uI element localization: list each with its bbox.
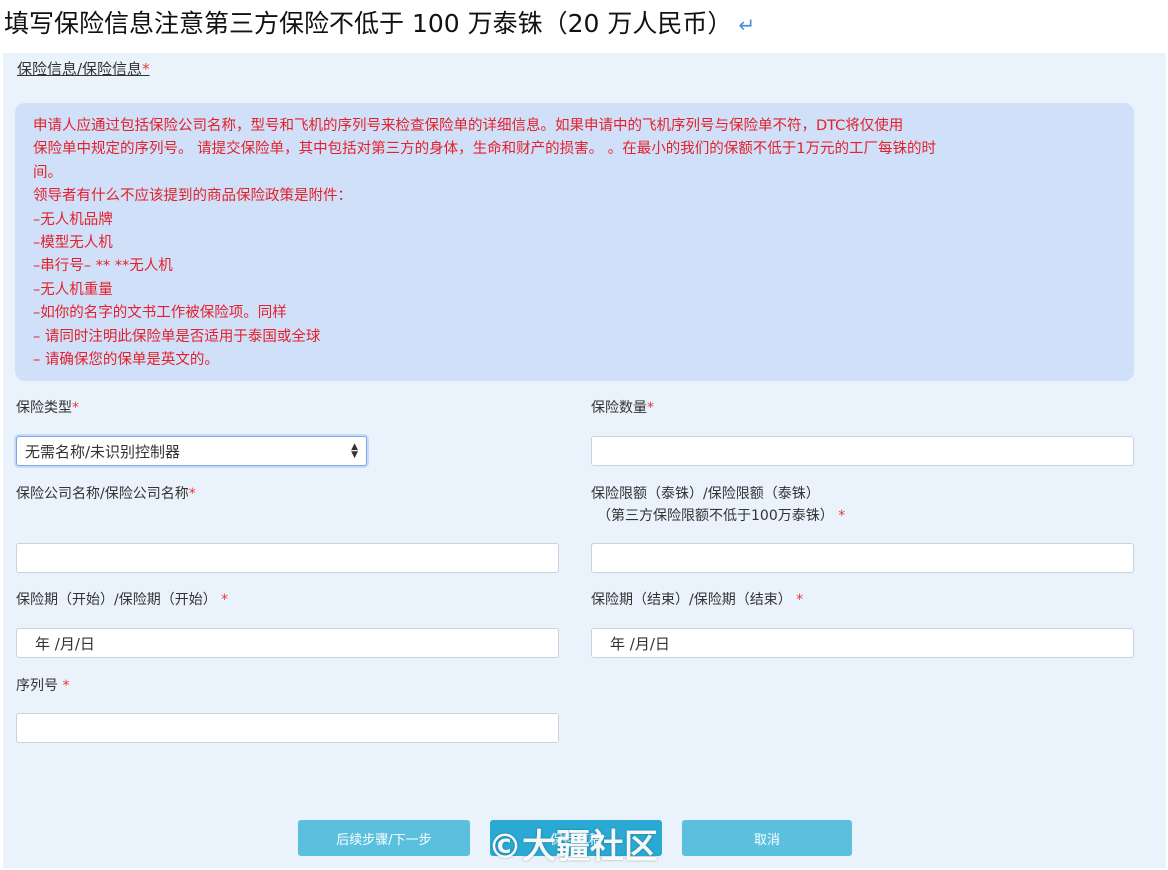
period-end-label-text: 保险期（结束）/保险期（结束） — [591, 592, 792, 608]
return-icon: ↵ — [738, 13, 756, 37]
insurance-type-label-text: 保险类型 — [16, 400, 72, 416]
select-arrows-icon: ▲ ▼ — [351, 442, 358, 460]
next-step-button[interactable]: 后续步骤/下一步 — [298, 820, 470, 856]
document-title-text: 填写保险信息注意第三方保险不低于 100 万泰铢（20 万人民币） — [4, 9, 733, 38]
notice-line: –串行号– ** **无人机 — [33, 258, 173, 275]
insurance-form-panel: 保险信息/保险信息* 申请人应通过包括保险公司名称，型号和飞机的序列号来检查保险… — [3, 53, 1166, 868]
notice-line: –模型无人机 — [33, 235, 113, 252]
insurance-amount-label-text: 保险数量 — [591, 400, 647, 416]
period-end-date-input[interactable]: 年 /月/日 — [591, 628, 1134, 658]
notice-line: – 请同时注明此保险单是否适用于泰国或全球 — [33, 328, 321, 345]
notice-line: –无人机重量 — [33, 281, 113, 298]
notice-line: 间。 — [33, 164, 62, 181]
insurance-limit-label-line1: 保险限额（泰铢）/保险限额（泰铢） — [591, 486, 820, 502]
save-draft-button[interactable]: 保存草稿 — [490, 820, 662, 856]
notice-line: – 请确保您的保单是英文的。 — [33, 352, 219, 369]
company-name-label-text: 保险公司名称/保险公司名称 — [16, 486, 189, 502]
period-start-date-input[interactable]: 年 /月/日 — [16, 628, 559, 658]
notice-line: 领导者有什么不应该提到的商品保险政策是附件： — [33, 188, 352, 205]
notice-line: –无人机品牌 — [33, 211, 113, 228]
period-start-placeholder: 年 /月/日 — [35, 634, 95, 653]
insurance-type-select[interactable]: 无需名称/未识别控制器 ▲ ▼ — [16, 436, 367, 466]
notice-line: 保险单中规定的序列号。 请提交保险单，其中包括对第三方的身体，生命和财产的损害。… — [33, 141, 936, 158]
required-mark: * — [188, 486, 196, 502]
notice-line: –如你的名字的文书工作被保险项。同样 — [33, 305, 287, 322]
required-mark: * — [62, 678, 70, 694]
required-mark: * — [647, 400, 654, 416]
serial-number-label-text: 序列号 — [16, 678, 58, 694]
insurance-amount-input[interactable] — [591, 436, 1134, 466]
required-mark: * — [796, 592, 804, 608]
required-mark: * — [142, 60, 150, 78]
section-heading: 保险信息/保险信息* — [17, 58, 150, 79]
required-mark: * — [838, 508, 846, 524]
insurance-notice: 申请人应通过包括保险公司名称，型号和飞机的序列号来检查保险单的详细信息。如果申请… — [15, 103, 1134, 381]
required-mark: * — [72, 400, 79, 416]
period-start-label: 保险期（开始）/保险期（开始） * — [16, 589, 228, 611]
period-end-label: 保险期（结束）/保险期（结束） * — [591, 589, 803, 611]
insurance-type-selected: 无需名称/未识别控制器 — [25, 442, 181, 461]
insurance-type-label: 保险类型* — [16, 397, 79, 419]
period-start-label-text: 保险期（开始）/保险期（开始） — [16, 592, 217, 608]
period-end-placeholder: 年 /月/日 — [610, 634, 670, 653]
insurance-limit-label: 保险限额（泰铢）/保险限额（泰铢） （第三方保险限额不低于100万泰铢） * — [591, 483, 845, 527]
document-title: 填写保险信息注意第三方保险不低于 100 万泰铢（20 万人民币） ↵ — [4, 4, 755, 40]
insurance-limit-label-line2: （第三方保险限额不低于100万泰铢） — [597, 508, 834, 524]
section-heading-text: 保险信息/保险信息 — [17, 60, 143, 78]
insurance-amount-label: 保险数量* — [591, 397, 654, 419]
required-mark: * — [221, 592, 229, 608]
notice-line: 申请人应通过包括保险公司名称，型号和飞机的序列号来检查保险单的详细信息。如果申请… — [33, 118, 904, 134]
company-name-input[interactable] — [16, 543, 559, 573]
serial-number-input[interactable] — [16, 713, 559, 743]
cancel-button[interactable]: 取消 — [682, 820, 852, 856]
serial-number-label: 序列号 * — [16, 675, 69, 697]
insurance-limit-input[interactable] — [591, 543, 1134, 573]
company-name-label: 保险公司名称/保险公司名称* — [16, 483, 196, 505]
